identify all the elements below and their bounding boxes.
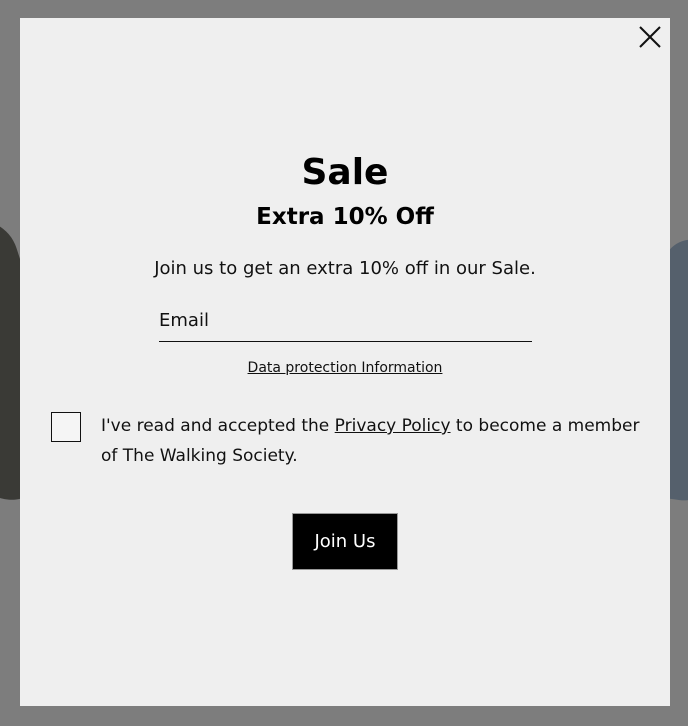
join-us-button[interactable]: Join Us xyxy=(292,513,398,570)
privacy-policy-link[interactable]: Privacy Policy xyxy=(335,416,451,436)
consent-text-prefix: I've read and accepted the xyxy=(101,416,335,436)
modal-subtitle: Extra 10% Off xyxy=(256,204,434,230)
consent-label: I've read and accepted the Privacy Polic… xyxy=(101,411,661,471)
consent-checkbox[interactable] xyxy=(51,412,81,442)
data-protection-container: Data protection Information xyxy=(20,360,670,376)
close-button[interactable] xyxy=(637,24,663,50)
email-field[interactable] xyxy=(159,306,532,334)
data-protection-link[interactable]: Data protection Information xyxy=(248,360,443,376)
modal-title: Sale xyxy=(301,152,389,193)
close-icon xyxy=(639,26,661,48)
modal-description: Join us to get an extra 10% off in our S… xyxy=(154,258,536,279)
newsletter-modal: Sale Extra 10% Off Join us to get an ext… xyxy=(20,18,670,706)
email-field-container xyxy=(159,306,532,342)
